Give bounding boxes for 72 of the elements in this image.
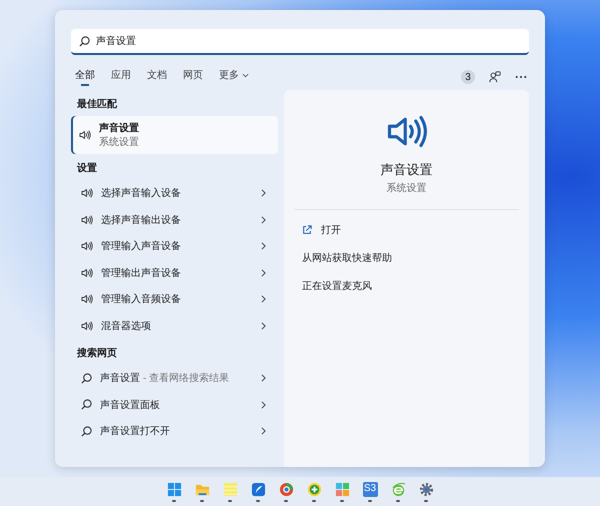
search-field[interactable]: 声音设置 [71, 29, 529, 55]
result-label: 管理输入音频设备 [101, 292, 182, 306]
settings-result[interactable]: 管理输入声音设备 [71, 233, 278, 260]
chevron-right-icon [261, 242, 266, 250]
filter-tab[interactable]: 文档 [143, 68, 171, 86]
settings-result[interactable]: 选择声音输入设备 [71, 180, 278, 206]
best-match-item[interactable]: 声音设置 系统设置 [71, 116, 278, 154]
speaker-icon [81, 320, 93, 331]
web-result[interactable]: 声音设置 - 查看网络搜索结果 [71, 365, 278, 392]
ring-icon [278, 482, 294, 496]
settings-result[interactable]: 混音器选项 [71, 312, 278, 339]
settings-result[interactable]: 选择声音输出设备 [71, 206, 278, 233]
search-icon [81, 372, 92, 384]
result-label: 声音设置 - 查看网络搜索结果 [100, 372, 230, 386]
result-label: 管理输入声音设备 [101, 240, 182, 254]
more-icon[interactable] [515, 75, 527, 79]
feather-icon [250, 482, 266, 496]
chevron-right-icon [261, 400, 266, 409]
chevron-right-icon [261, 189, 266, 198]
chevron-right-icon [261, 374, 266, 382]
result-label: 选择声音输入设备 [101, 186, 182, 200]
e-logo-icon [390, 482, 406, 496]
result-label: 管理输出声音设备 [101, 266, 182, 280]
speaker-icon [386, 114, 428, 149]
section-heading: 设置 [76, 162, 98, 176]
grid-icon [166, 482, 182, 496]
filter-tab[interactable]: 更多 [215, 68, 253, 86]
speaker-icon [81, 214, 93, 225]
chevron-right-icon [261, 295, 266, 304]
web-result[interactable]: 声音设置打不开 [71, 418, 278, 444]
section-heading: 搜索网页 [76, 346, 118, 361]
speaker-icon [79, 130, 91, 140]
speaker-icon [81, 268, 93, 278]
speaker-icon [81, 294, 93, 304]
detail-title: 声音设置 [380, 161, 432, 179]
taskbar-button[interactable]: S3 [359, 478, 381, 505]
caret-down-icon [242, 72, 249, 78]
chevron-right-icon [261, 322, 266, 330]
settings-result[interactable]: 管理输出声音设备 [71, 260, 278, 286]
plus-circle-icon [306, 482, 322, 496]
search-icon [81, 399, 92, 410]
points-badge[interactable]: 3 [461, 70, 475, 84]
external-link-icon [302, 225, 312, 235]
action-label: 打开 [321, 224, 341, 237]
help-link[interactable]: 正在设置麦克风 [294, 272, 519, 300]
search-query: 声音设置 [96, 34, 137, 48]
help-link[interactable]: 从网站获取快速帮助 [294, 244, 519, 272]
result-label: 混音器选项 [101, 320, 152, 333]
open-action[interactable]: 打开 [294, 216, 519, 244]
search-icon [79, 36, 90, 46]
speaker-icon [81, 188, 93, 198]
filter-tab[interactable]: 应用 [107, 68, 135, 86]
gear-icon [418, 482, 434, 496]
app-tile: S3 [362, 482, 378, 496]
search-icon [81, 426, 92, 437]
result-label: 声音设置面板 [100, 398, 161, 412]
chevron-right-icon [261, 427, 266, 436]
section-heading: 最佳匹配 [76, 98, 118, 112]
web-result[interactable]: 声音设置面板 [71, 392, 278, 418]
chevron-right-icon [261, 216, 266, 224]
result-title: 声音设置 [99, 121, 139, 135]
filter-tab[interactable]: 网页 [179, 68, 207, 86]
chevron-right-icon [261, 268, 266, 277]
settings-result[interactable]: 管理输入音频设备 [71, 286, 278, 312]
speaker-icon [81, 241, 93, 252]
people-icon[interactable] [489, 71, 501, 83]
result-label: 声音设置打不开 [100, 424, 171, 438]
notes-icon [222, 482, 238, 496]
result-label: 选择声音输出设备 [101, 214, 182, 227]
detail-subtitle: 系统设置 [386, 182, 426, 195]
result-subtitle: 系统设置 [99, 136, 139, 149]
tiles-icon [334, 482, 350, 496]
